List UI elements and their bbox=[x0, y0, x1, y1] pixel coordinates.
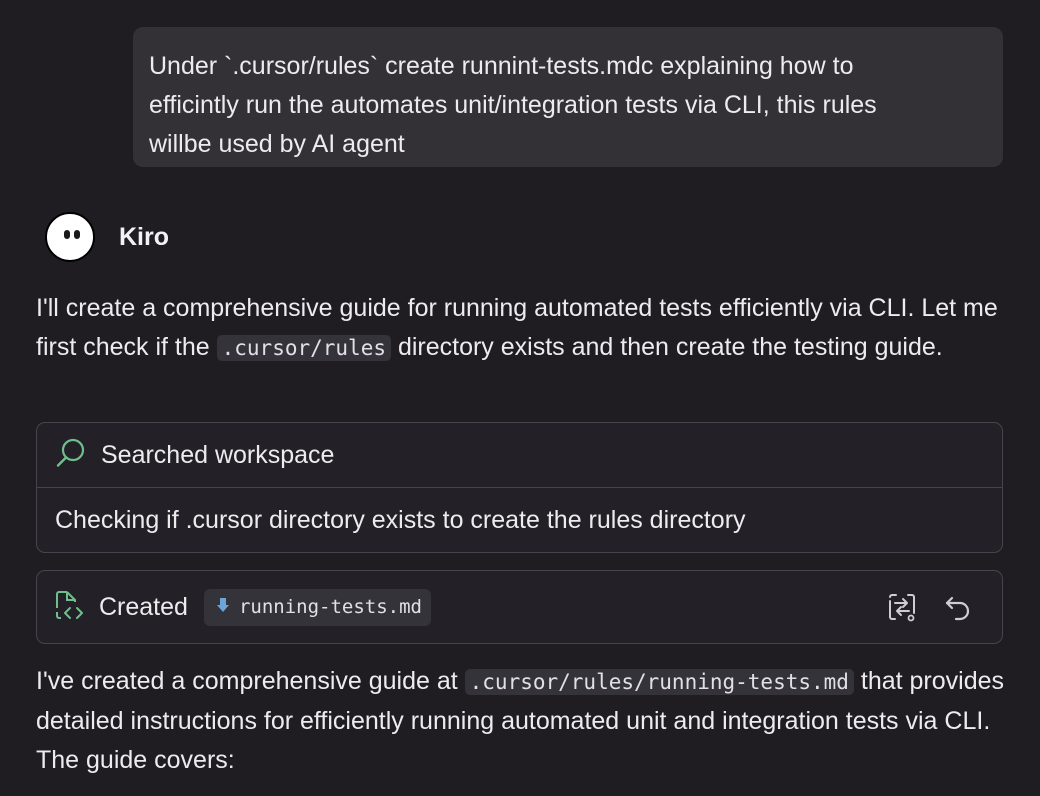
intro-text-after: directory exists and then create the tes… bbox=[391, 333, 943, 361]
created-step-actions bbox=[886, 591, 974, 623]
agent-intro-paragraph: I'll create a comprehensive guide for ru… bbox=[36, 289, 1026, 368]
created-step-card: Created running-tests.md bbox=[36, 570, 1003, 644]
search-icon bbox=[55, 437, 87, 474]
user-message-text: Under `.cursor/rules` create runnint-tes… bbox=[149, 52, 877, 158]
summary-text-before: I've created a comprehensive guide at bbox=[36, 667, 465, 695]
search-step-detail: Checking if .cursor directory exists to … bbox=[55, 505, 746, 534]
created-step-label: Created bbox=[99, 592, 188, 621]
avatar-eye-left bbox=[64, 230, 70, 239]
markdown-download-icon bbox=[216, 596, 230, 619]
user-message-bubble: Under `.cursor/rules` create runnint-tes… bbox=[133, 27, 1003, 167]
inline-code-path: .cursor/rules/running-tests.md bbox=[464, 669, 854, 695]
search-step-card[interactable]: Searched workspace Checking if .cursor d… bbox=[36, 422, 1003, 553]
agent-summary-paragraph: I've created a comprehensive guide at .c… bbox=[36, 662, 1026, 780]
avatar-eye-right bbox=[74, 230, 80, 239]
ghost-face-icon bbox=[45, 212, 95, 262]
created-file-link[interactable]: running-tests.md bbox=[203, 588, 431, 626]
search-step-header[interactable]: Searched workspace bbox=[37, 423, 1002, 488]
inline-code: .cursor/rules bbox=[216, 335, 391, 361]
chat-panel: Under `.cursor/rules` create runnint-tes… bbox=[0, 0, 1040, 796]
created-file-name: running-tests.md bbox=[238, 596, 422, 618]
compare-diff-icon[interactable] bbox=[886, 591, 918, 623]
search-step-label: Searched workspace bbox=[101, 440, 335, 469]
agent-header: Kiro bbox=[45, 210, 169, 264]
agent-name: Kiro bbox=[119, 222, 169, 251]
undo-icon[interactable] bbox=[942, 591, 974, 623]
file-code-icon bbox=[53, 588, 87, 627]
